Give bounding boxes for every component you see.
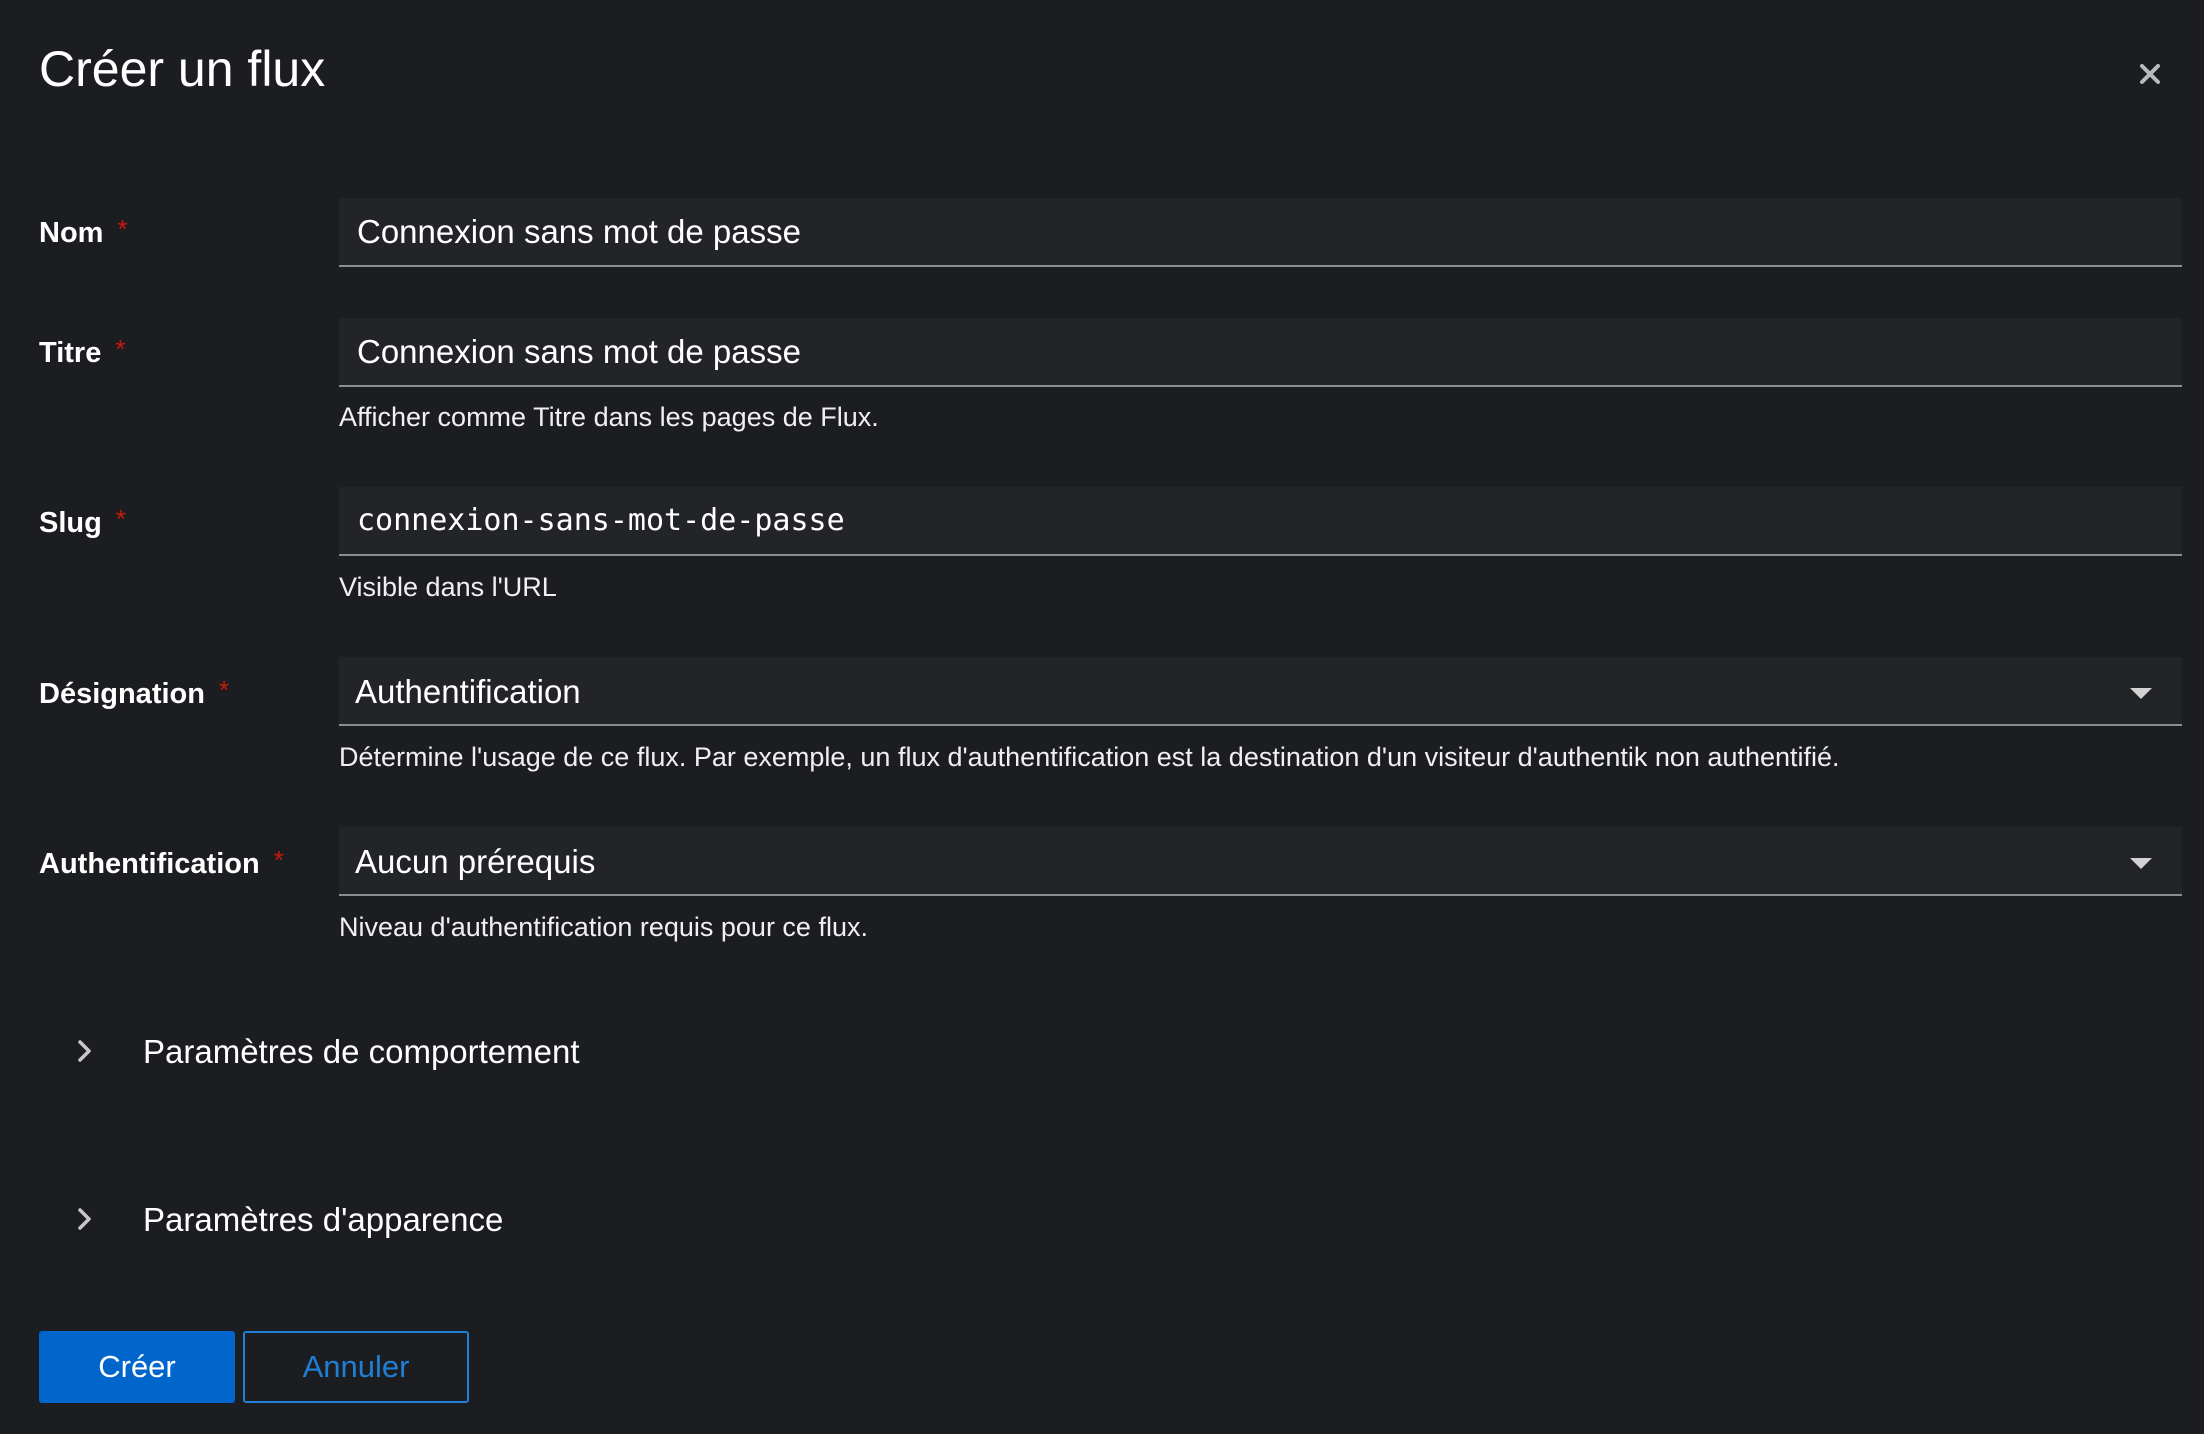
caret-down-icon xyxy=(2130,687,2152,705)
authentication-helper-text: Niveau d'authentification requis pour ce… xyxy=(339,912,868,942)
required-marker: * xyxy=(273,845,284,875)
required-marker: * xyxy=(115,504,126,534)
create-button[interactable]: Créer xyxy=(39,1331,235,1403)
designation-selected-value: Authentification xyxy=(355,673,581,710)
close-button[interactable] xyxy=(2130,54,2170,94)
create-flow-modal: Créer un flux Nom* Titre* Afficher comme… xyxy=(0,0,2204,1434)
slug-label: Slug * xyxy=(39,504,126,539)
modal-title: Créer un flux xyxy=(39,41,326,97)
required-marker: * xyxy=(117,214,128,244)
appearance-settings-label: Paramètres d'apparence xyxy=(143,1201,504,1238)
name-field[interactable] xyxy=(339,198,2182,267)
close-icon xyxy=(2139,63,2161,85)
authentication-selected-value: Aucun prérequis xyxy=(355,843,596,880)
title-helper-text: Afficher comme Titre dans les pages de F… xyxy=(339,402,879,432)
required-marker: * xyxy=(218,675,230,705)
chevron-right-icon xyxy=(76,1206,94,1237)
designation-label: Désignation * xyxy=(39,675,230,710)
required-marker: * xyxy=(115,334,126,364)
slug-helper-text: Visible dans l'URL xyxy=(339,572,557,602)
slug-field[interactable] xyxy=(339,487,2182,556)
cancel-button[interactable]: Annuler xyxy=(243,1331,469,1403)
designation-helper-text: Détermine l'usage de ce flux. Par exempl… xyxy=(339,742,1840,772)
title-input[interactable] xyxy=(339,318,2182,385)
designation-select[interactable]: Authentification xyxy=(339,657,2182,726)
title-field[interactable] xyxy=(339,318,2182,387)
appearance-settings-toggle[interactable]: Paramètres d'apparence xyxy=(0,1190,800,1250)
title-label: Titre * xyxy=(39,334,126,369)
behavior-settings-label: Paramètres de comportement xyxy=(143,1033,580,1070)
authentication-select[interactable]: Aucun prérequis xyxy=(339,827,2182,896)
authentication-label: Authentification * xyxy=(39,845,284,880)
behavior-settings-toggle[interactable]: Paramètres de comportement xyxy=(0,1022,800,1082)
chevron-right-icon xyxy=(76,1038,94,1069)
name-label: Nom * xyxy=(39,214,128,249)
slug-input[interactable] xyxy=(339,487,2182,554)
name-input[interactable] xyxy=(339,198,2182,265)
caret-down-icon xyxy=(2130,857,2152,875)
